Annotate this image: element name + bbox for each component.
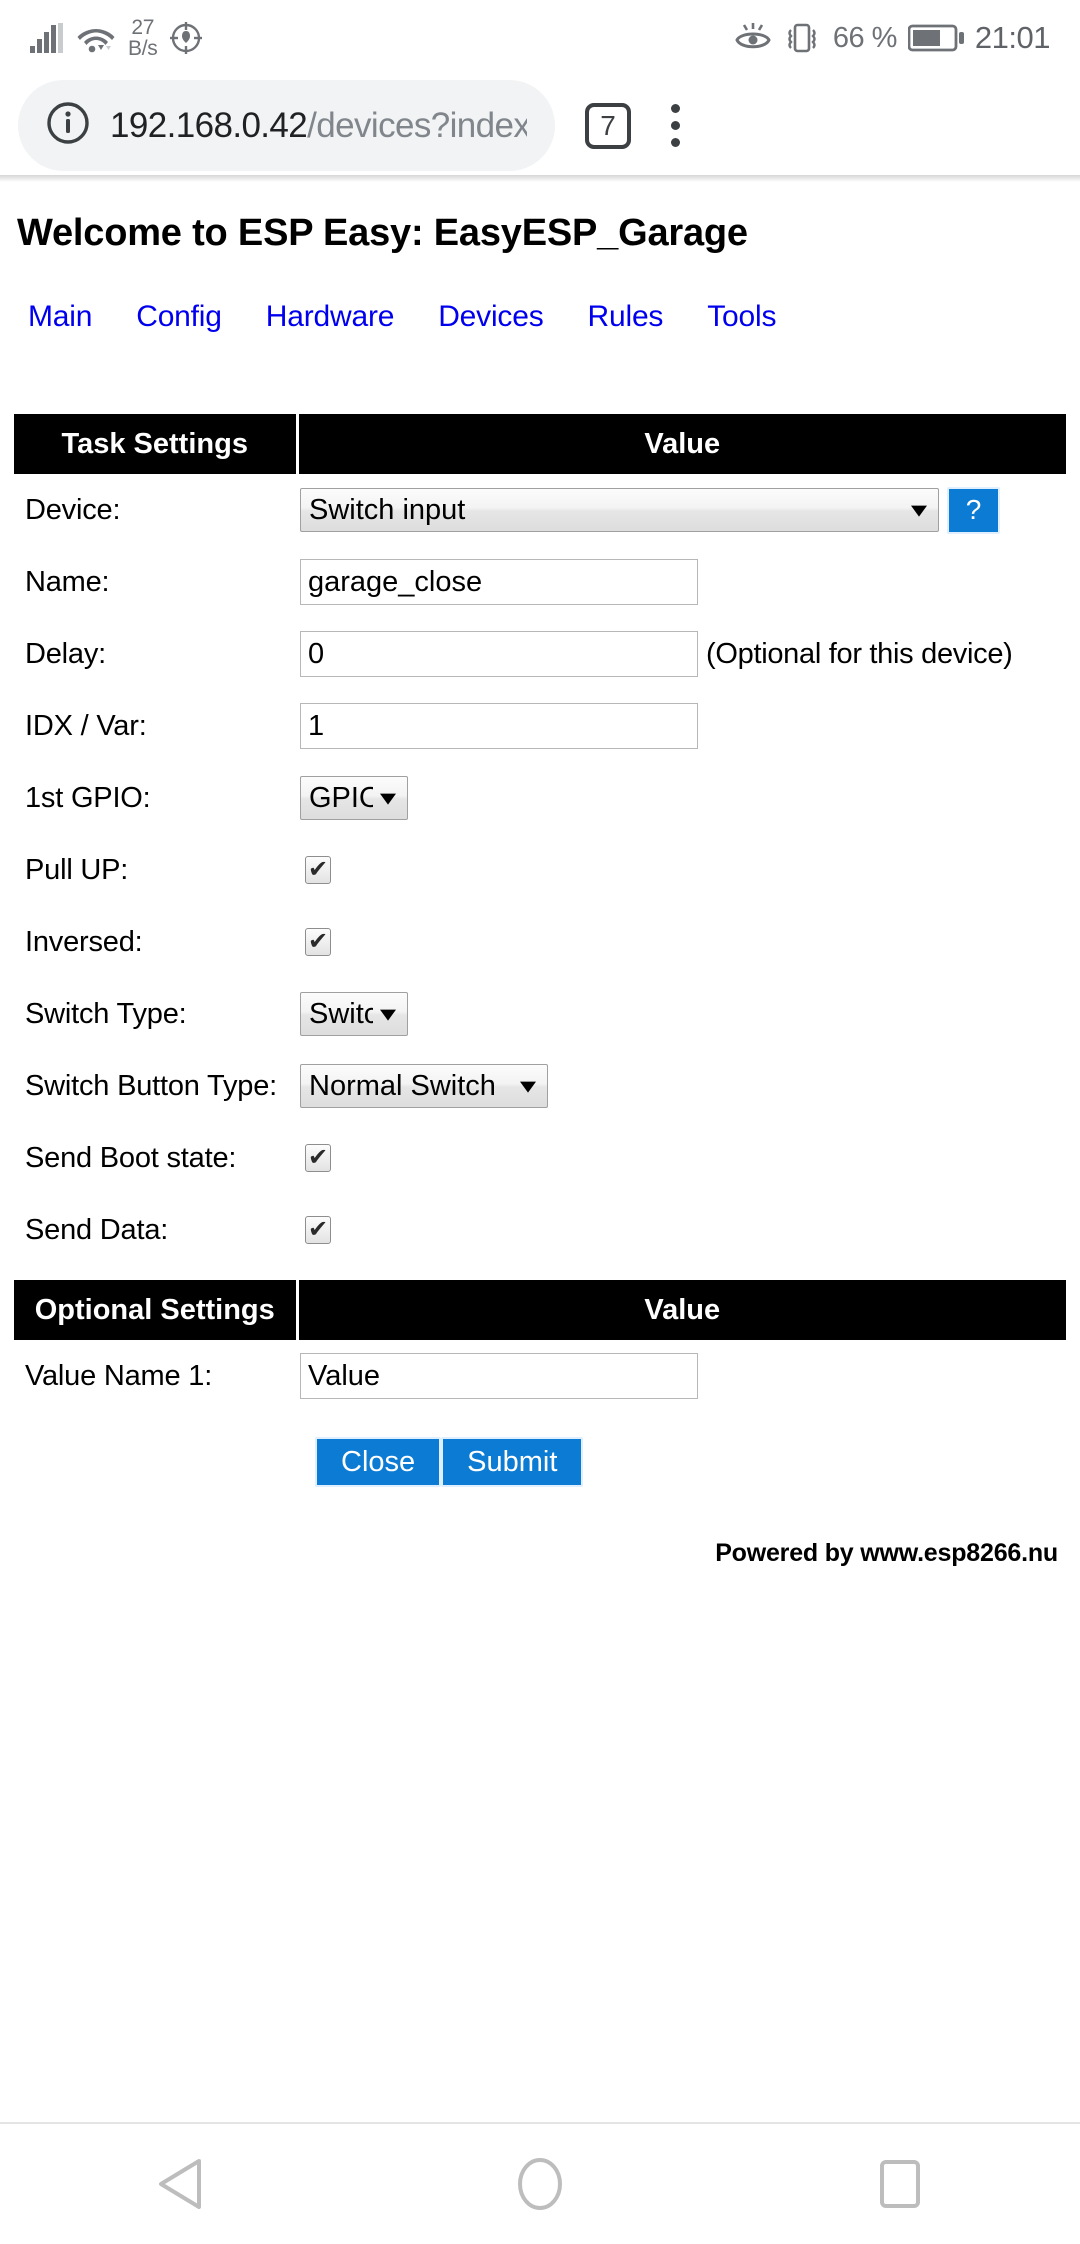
web-page-content: Welcome to ESP Easy: EasyESP_Garage Main… [0,182,1080,1568]
table-row-send-boot-state: Send Boot state: ✔ [14,1122,1066,1194]
table-row-pullup: Pull UP: ✔ [14,834,1066,906]
optional-settings-header-row: Optional Settings Value [14,1280,1066,1340]
nav-link-tools[interactable]: Tools [707,300,776,334]
first-gpio-select[interactable]: GPIO-2 [300,776,408,820]
task-settings-header-right: Value [297,414,1066,474]
network-speed-unit: B/s [128,37,158,60]
location-icon [170,22,203,54]
kebab-dot [671,104,680,113]
value-name-1-label: Value Name 1: [25,1359,213,1392]
toolbar-shadow [0,175,1080,182]
phone-screen: 27 B/s 66 % 21:01 192.168.0.42/devices?i… [0,0,1080,2244]
status-bar-left: 27 B/s [30,16,203,60]
table-row-gpio: 1st GPIO: GPIO-2 [14,762,1066,834]
optional-settings-header-left: Optional Settings [14,1280,299,1340]
switch-type-select-wrapper: Switch [300,992,408,1036]
switch-button-type-select-wrapper: Normal Switch [300,1064,548,1108]
table-row-switch-button-type: Switch Button Type: Normal Switch [14,1050,1066,1122]
nav-link-rules[interactable]: Rules [588,300,664,334]
device-help-button[interactable]: ? [947,486,1000,534]
network-speed-value: 27 [131,16,155,39]
table-row-device: Device: Switch input ? [14,474,1066,546]
idx-var-input[interactable] [300,703,698,749]
table-row-value-name-1: Value Name 1: [14,1340,1066,1412]
value-name-1-input[interactable] [300,1353,698,1399]
task-settings-header-row: Task Settings Value [14,414,1066,474]
table-row-inversed: Inversed: ✔ [14,906,1066,978]
network-speed: 27 B/s [128,16,158,60]
back-triangle-icon[interactable] [90,2123,270,2244]
optional-settings-table: Optional Settings Value Value Name 1: [14,1280,1066,1412]
submit-button[interactable]: Submit [441,1437,584,1487]
delay-hint: (Optional for this device) [706,637,1013,670]
inversed-label: Inversed: [25,925,143,958]
device-label: Device: [25,493,121,526]
android-nav-bar [0,2122,1080,2244]
idx-var-label: IDX / Var: [25,709,147,742]
optional-settings-header-right: Value [297,1280,1066,1340]
gpio-select-wrapper: GPIO-2 [300,776,408,820]
send-data-checkbox[interactable]: ✔ [305,1216,331,1244]
page-title: Welcome to ESP Easy: EasyESP_Garage [17,212,748,254]
kebab-dot [671,121,680,130]
url-bar[interactable]: 192.168.0.42/devices?index: [18,80,555,171]
inversed-checkbox[interactable]: ✔ [305,928,331,956]
switch-button-type-select[interactable]: Normal Switch [300,1064,548,1108]
nav-link-devices[interactable]: Devices [438,300,544,334]
site-nav: Main Config Hardware Devices Rules Tools [0,255,1080,334]
tab-counter-button[interactable]: 7 [585,102,631,149]
task-settings-table: Task Settings Value Device: Switch input… [14,414,1066,1266]
info-circle-icon[interactable] [46,101,90,150]
switch-type-select[interactable]: Switch [300,992,408,1036]
name-label: Name: [25,565,110,598]
status-bar-clock: 21:01 [974,20,1051,55]
battery-icon [907,23,964,53]
kebab-menu-icon[interactable] [671,104,680,147]
pull-up-label: Pull UP: [25,853,129,886]
signal-icon [30,23,64,53]
browser-toolbar: 192.168.0.42/devices?index: 7 [0,76,1080,175]
first-gpio-label: 1st GPIO: [25,781,151,814]
nav-link-hardware[interactable]: Hardware [266,300,395,334]
url-host: 192.168.0.42 [110,105,308,145]
send-boot-state-label: Send Boot state: [25,1141,237,1174]
kebab-dot [671,138,680,147]
device-select-wrapper: Switch input [300,488,939,532]
form-actions: Close Submit [315,1437,1080,1487]
switch-type-label: Switch Type: [25,997,187,1030]
eye-care-icon [735,23,771,53]
table-row-delay: Delay: (Optional for this device) [14,618,1066,690]
send-data-label: Send Data: [25,1213,169,1246]
close-button[interactable]: Close [315,1437,442,1487]
send-boot-state-checkbox[interactable]: ✔ [305,1144,331,1172]
device-select[interactable]: Switch input [300,488,939,532]
recents-square-icon[interactable] [810,2123,990,2244]
delay-label: Delay: [25,637,106,670]
wifi-icon [77,23,115,53]
home-circle-icon[interactable] [450,2123,630,2244]
nav-link-config[interactable]: Config [136,300,222,334]
status-bar-right: 66 % 21:01 [735,20,1051,56]
vibrate-icon [782,22,822,54]
table-row-send-data: Send Data: ✔ [14,1194,1066,1266]
name-input[interactable] [300,559,698,605]
battery-percent: 66 % [832,21,898,54]
android-status-bar: 27 B/s 66 % 21:01 [0,0,1080,76]
table-row-switch-type: Switch Type: Switch [14,978,1066,1050]
url-text: 192.168.0.42/devices?index: [110,106,527,146]
pull-up-checkbox[interactable]: ✔ [305,856,331,884]
switch-button-type-label: Switch Button Type: [25,1069,277,1102]
page-footer: Powered by www.esp8266.nu [715,1539,1058,1567]
task-settings-header-left: Task Settings [14,414,299,474]
table-row-name: Name: [14,546,1066,618]
url-path: /devices?index: [307,105,527,145]
delay-input[interactable] [300,631,698,677]
nav-link-main[interactable]: Main [28,300,92,334]
table-row-idx: IDX / Var: [14,690,1066,762]
